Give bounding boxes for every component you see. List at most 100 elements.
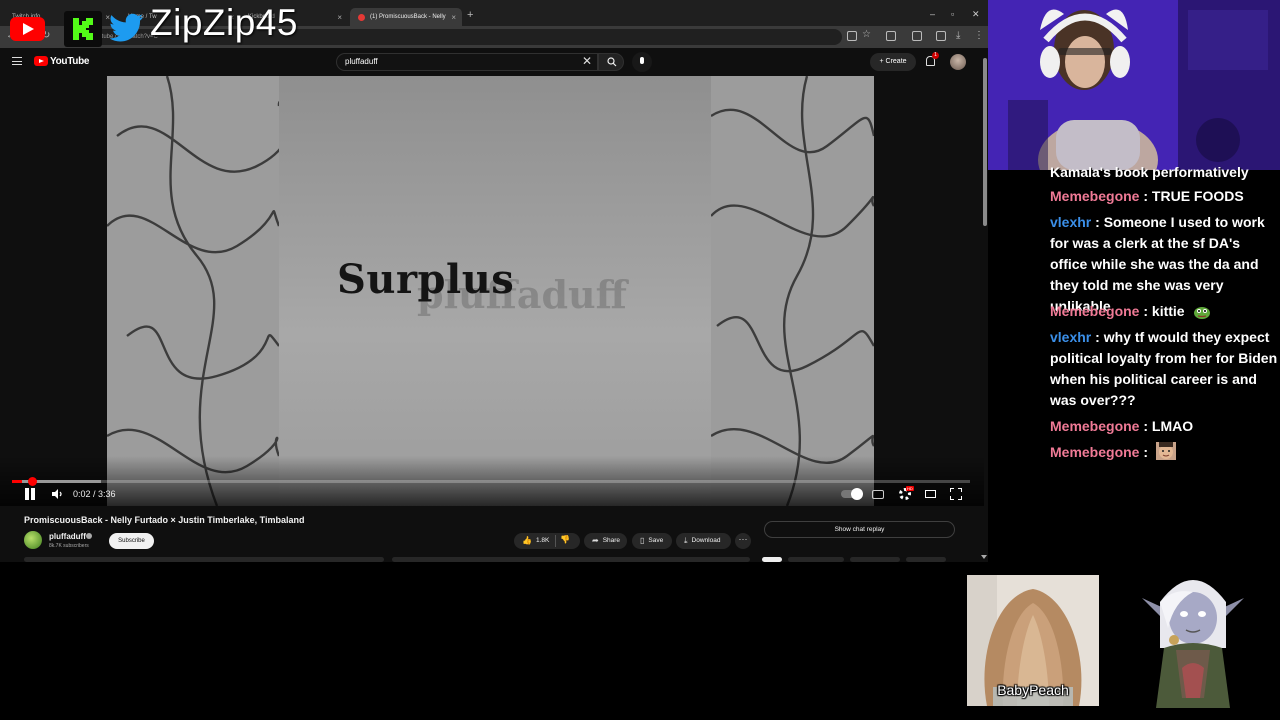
browser-window: Twitch info Mi× Home / Tw× Kickboard× (1… bbox=[0, 0, 988, 562]
save-button[interactable]: ▯ Save bbox=[632, 533, 672, 549]
chat-text: TRUE FOODS bbox=[1151, 188, 1244, 204]
time-display: 0:02 / 3:36 bbox=[73, 489, 116, 499]
autoplay-toggle[interactable] bbox=[841, 488, 863, 500]
channel-avatar[interactable] bbox=[24, 531, 42, 549]
profile-icon[interactable] bbox=[936, 31, 946, 41]
filter-chip[interactable] bbox=[906, 557, 946, 562]
tab-youtube-video[interactable]: (1) PromiscuousBack - Nelly × bbox=[350, 8, 462, 26]
thumbs-down-icon[interactable]: 👎 bbox=[560, 535, 570, 544]
video-player[interactable]: pluffaduff Surplus 0:02 / 3:36 HD bbox=[0, 76, 984, 506]
fullscreen-icon[interactable] bbox=[950, 488, 962, 500]
chat-message: Kamala's book performatively bbox=[1050, 162, 1280, 183]
download-tray-icon[interactable]: ⤓ bbox=[956, 30, 960, 41]
share-button[interactable]: ➦ Share bbox=[584, 533, 627, 549]
progress-bar[interactable] bbox=[12, 477, 970, 486]
babypeach-card: BabyPeach bbox=[967, 575, 1099, 706]
share-icon: ➦ bbox=[592, 536, 599, 545]
youtube-header: YouTube pluffaduff ✕ + Create 1 bbox=[0, 48, 988, 76]
clear-search-icon[interactable]: ✕ bbox=[582, 54, 592, 68]
chat-panel: Kamala's book performatively Memebegone … bbox=[1040, 162, 1280, 472]
address-bar: ← ↻ youtube.com/watch?v=C ☆ ⤓ ⋮ bbox=[0, 26, 988, 48]
more-actions-button[interactable]: ··· bbox=[735, 533, 751, 549]
video-title: PromiscuousBack - Nelly Furtado × Justin… bbox=[24, 515, 305, 525]
chat-text: LMAO bbox=[1151, 418, 1194, 434]
video-overlay-title: Surplus bbox=[337, 256, 515, 303]
chat-username[interactable]: Memebegone bbox=[1050, 188, 1139, 204]
progress-scrubber-handle[interactable] bbox=[27, 477, 37, 486]
scroll-down-arrow-icon[interactable] bbox=[981, 555, 987, 559]
progress-played bbox=[12, 480, 22, 483]
subscribe-button[interactable]: Subscribe bbox=[109, 533, 154, 549]
youtube-wordmark[interactable]: YouTube bbox=[50, 56, 90, 67]
chat-username[interactable]: Memebegone bbox=[1050, 444, 1139, 460]
cast-icon[interactable] bbox=[847, 31, 857, 41]
scrollbar-thumb[interactable] bbox=[983, 58, 987, 226]
close-icon[interactable]: × bbox=[337, 13, 342, 22]
webcam-image bbox=[988, 0, 1280, 170]
like-count: 1.8K bbox=[535, 537, 550, 544]
youtube-logo-icon[interactable] bbox=[34, 56, 48, 66]
chat-message: Memebegone : LMAO bbox=[1050, 418, 1194, 434]
filter-chip[interactable] bbox=[788, 557, 844, 562]
create-label: Create bbox=[885, 58, 907, 65]
like-button[interactable]: 👍 1.8K bbox=[514, 533, 580, 549]
sidebar-icon[interactable] bbox=[912, 31, 922, 41]
share-label: Share bbox=[602, 537, 621, 544]
chat-message: vlexhr : why tf would they expect politi… bbox=[1050, 329, 1278, 408]
new-tab-button[interactable]: + bbox=[467, 9, 473, 21]
bookmark-star-icon[interactable]: ☆ bbox=[862, 29, 871, 40]
tab-bar: Twitch info Mi× Home / Tw× Kickboard× (1… bbox=[0, 0, 988, 26]
maximize-icon[interactable]: ▫ bbox=[951, 9, 954, 19]
chat-text: Kamala's book performatively bbox=[1050, 164, 1249, 180]
search-input[interactable]: pluffaduff bbox=[336, 53, 598, 71]
download-label: Download bbox=[691, 537, 721, 544]
search-button[interactable] bbox=[598, 53, 624, 71]
hd-badge: HD bbox=[906, 486, 914, 491]
twitter-icon bbox=[110, 13, 143, 42]
streamer-handle: ZipZip45 bbox=[150, 2, 298, 43]
kick-icon bbox=[64, 11, 102, 47]
thumbs-up-icon: 👍 bbox=[522, 536, 532, 545]
chat-message: Memebegone : bbox=[1050, 442, 1280, 463]
minimize-icon[interactable]: – bbox=[930, 9, 935, 19]
channel-name[interactable]: pluffaduff bbox=[49, 532, 86, 541]
video-frame: pluffaduff Surplus bbox=[107, 76, 874, 506]
window-close-icon[interactable]: ✕ bbox=[972, 9, 980, 20]
download-button[interactable]: ⤓ Download bbox=[676, 533, 731, 549]
captions-icon[interactable] bbox=[872, 490, 884, 499]
tab-label: (1) PromiscuousBack - Nelly bbox=[370, 14, 446, 20]
theater-mode-icon[interactable] bbox=[925, 490, 936, 498]
hamburger-menu-icon[interactable] bbox=[12, 57, 22, 65]
chat-text: kittie bbox=[1151, 303, 1185, 319]
extensions-icon[interactable] bbox=[886, 31, 896, 41]
pause-icon[interactable] bbox=[24, 488, 36, 500]
babypeach-label: BabyPeach bbox=[997, 682, 1069, 698]
chat-username[interactable]: vlexhr bbox=[1050, 329, 1091, 345]
close-icon[interactable]: × bbox=[451, 13, 456, 22]
volume-icon[interactable] bbox=[51, 488, 63, 500]
youtube-favicon-icon bbox=[358, 13, 365, 21]
create-button[interactable]: + Create bbox=[870, 53, 916, 71]
webcam-feed bbox=[988, 0, 1280, 170]
browser-menu-icon[interactable]: ⋮ bbox=[974, 30, 984, 41]
save-label: Save bbox=[648, 537, 664, 544]
bookmark-icon: ▯ bbox=[640, 536, 645, 545]
progress-buffered bbox=[12, 480, 102, 483]
youtube-icon bbox=[10, 17, 45, 41]
search-icon bbox=[607, 57, 617, 67]
show-chat-replay-button[interactable]: Show chat replay bbox=[764, 521, 955, 538]
chat-username[interactable]: Memebegone bbox=[1050, 303, 1139, 319]
voice-search-icon[interactable] bbox=[632, 52, 652, 72]
chat-username[interactable]: vlexhr bbox=[1050, 214, 1091, 230]
chat-username[interactable]: Memebegone bbox=[1050, 418, 1139, 434]
stream-screen: Twitch info Mi× Home / Tw× Kickboard× (1… bbox=[0, 0, 1280, 720]
filter-chip[interactable] bbox=[850, 557, 900, 562]
face-emote-icon bbox=[1155, 442, 1176, 460]
subscriber-count: 8k.7K subscribers bbox=[49, 543, 89, 549]
account-avatar[interactable] bbox=[950, 54, 966, 70]
verified-check-icon bbox=[86, 533, 92, 539]
chat-message: Memebegone : kittie bbox=[1050, 301, 1280, 322]
elf-mascot-icon bbox=[1142, 580, 1244, 708]
chat-message: Memebegone : TRUE FOODS bbox=[1050, 188, 1244, 204]
filter-chip-all[interactable] bbox=[762, 557, 782, 562]
